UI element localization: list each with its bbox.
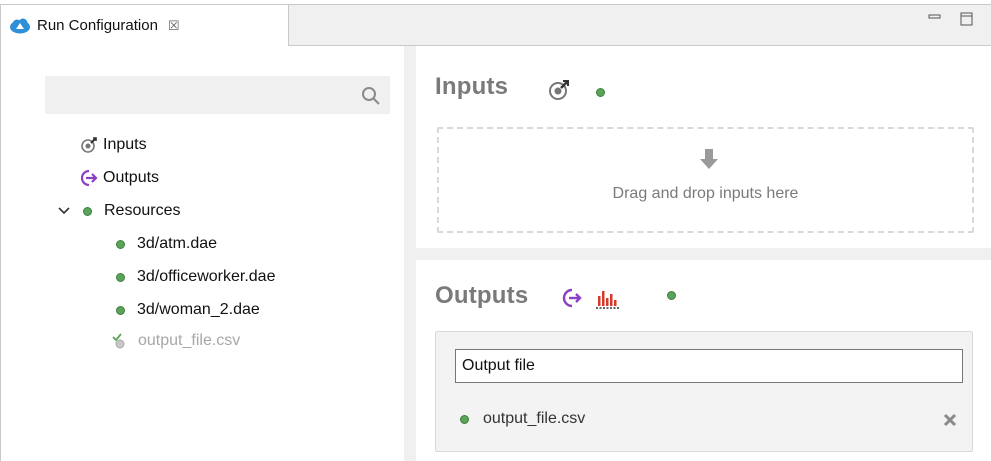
tree-item-inputs[interactable]: Inputs [79,131,147,159]
cloud-icon [10,18,30,33]
search-input[interactable] [45,76,390,114]
dropzone-hint: Drag and drop inputs here [612,185,799,202]
tab-label: Run Configuration [37,17,158,34]
inputs-dropzone[interactable]: Drag and drop inputs here [437,127,974,233]
tab-strip-background [289,4,991,46]
tree-item-resource-file[interactable]: 3d/atm.dae [116,230,217,258]
close-tab-icon[interactable]: ☒ [168,18,180,34]
status-ok-icon [460,414,469,424]
tree-item-label: 3d/officeworker.dae [137,268,276,285]
inputs-icon [81,137,97,153]
tree-item-label: 3d/atm.dae [137,235,218,252]
chart-output-icon[interactable] [595,286,621,310]
output-name-field[interactable] [455,349,963,383]
chevron-down-icon[interactable] [57,204,71,218]
generated-check-icon [112,333,125,349]
output-file-name: output_file.csv [483,410,586,427]
tree-item-output-file[interactable]: output_file.csv [112,327,240,355]
outputs-status-icon [667,291,676,300]
add-output-icon[interactable] [561,287,583,309]
inputs-section-title: Inputs [435,73,509,100]
remove-icon[interactable] [942,412,958,428]
outputs-icon [80,169,98,187]
horizontal-splitter[interactable] [416,248,991,260]
status-ok-icon [116,305,125,315]
vertical-splitter[interactable] [404,46,416,461]
output-file-card: output_file.csv [435,331,973,452]
configuration-editor: Inputs Drag and drop inputs here Outputs [416,46,991,461]
add-input-icon[interactable] [547,78,571,102]
tree-item-label: output_file.csv [138,332,241,349]
tree-item-label: Resources [104,202,181,219]
status-ok-icon [116,239,125,249]
inputs-status-icon [596,88,605,97]
tree-item-outputs[interactable]: Outputs [79,164,159,192]
tree-item-label: Inputs [103,136,147,153]
maximize-icon[interactable] [959,12,975,26]
tree-item-resources[interactable]: Resources [57,197,180,225]
tree-item-resource-file[interactable]: 3d/woman_2.dae [116,296,260,324]
arrow-down-icon [700,149,718,169]
editor-tab-bar: Run Configuration ☒ [0,0,991,46]
tree-item-label: Outputs [103,169,160,186]
tree-item-label: 3d/woman_2.dae [137,301,260,318]
search-icon[interactable] [361,86,381,106]
status-ok-icon [116,272,125,282]
status-ok-icon [83,206,92,216]
minimize-icon[interactable] [927,12,943,26]
tree-item-resource-file[interactable]: 3d/officeworker.dae [116,263,275,291]
outputs-section-title: Outputs [435,282,529,309]
configuration-navigator: Inputs Outputs Resources 3d/atm.dae 3d/o… [0,46,404,461]
output-file-row[interactable]: output_file.csv [460,410,585,428]
tab-run-configuration[interactable]: Run Configuration ☒ [0,4,289,46]
